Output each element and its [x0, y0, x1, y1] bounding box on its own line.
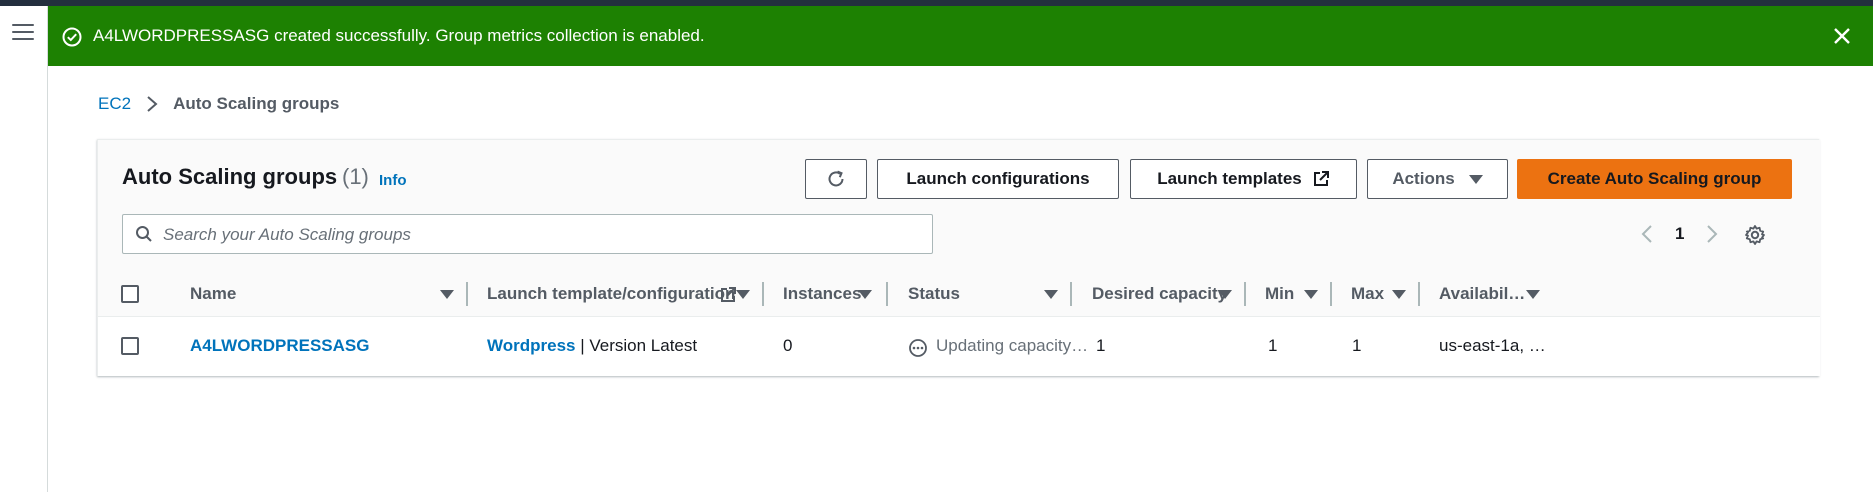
- external-link-icon: [1313, 171, 1329, 186]
- create-auto-scaling-group-button[interactable]: Create Auto Scaling group: [1517, 159, 1792, 199]
- side-navigation-rail: [0, 6, 48, 492]
- refresh-button[interactable]: [805, 159, 867, 199]
- column-header-status[interactable]: Status: [908, 284, 960, 304]
- external-link-icon: [721, 287, 736, 302]
- main-content: EC2 Auto Scaling groups Auto Scaling gro…: [48, 66, 1873, 492]
- search-input[interactable]: Search your Auto Scaling groups: [122, 214, 933, 254]
- flash-message: A4LWORDPRESSASG created successfully. Gr…: [93, 26, 705, 45]
- close-icon[interactable]: [1831, 25, 1853, 47]
- current-page-number[interactable]: 1: [1675, 224, 1684, 244]
- column-header-availability[interactable]: Availabil…: [1439, 284, 1525, 304]
- min-cell: 1: [1268, 336, 1278, 355]
- launch-configurations-button[interactable]: Launch configurations: [877, 159, 1119, 199]
- in-progress-icon: [909, 339, 927, 357]
- panel-title: Auto Scaling groups: [122, 164, 338, 189]
- sort-icon[interactable]: [1044, 290, 1058, 299]
- pagination: 1: [1639, 216, 1720, 252]
- column-header-min[interactable]: Min: [1265, 284, 1294, 304]
- status-cell: Updating capacity…: [936, 336, 1089, 355]
- table-row: A4LWORDPRESSASG Wordpress | Version Late…: [98, 317, 1820, 376]
- desired-capacity-cell: 1: [1096, 336, 1106, 355]
- column-header-desired-capacity[interactable]: Desired capacity: [1092, 284, 1227, 304]
- refresh-icon: [828, 170, 844, 187]
- column-header-name[interactable]: Name: [190, 284, 236, 304]
- column-divider[interactable]: [886, 282, 888, 306]
- launch-template-cell: Wordpress | Version Latest: [487, 336, 697, 356]
- success-check-icon: [62, 27, 82, 47]
- column-header-instances[interactable]: Instances: [783, 284, 861, 304]
- availability-cell: us-east-1a, …: [1439, 336, 1546, 355]
- sort-icon[interactable]: [440, 290, 454, 299]
- column-divider[interactable]: [762, 282, 764, 306]
- launch-template-version: | Version Latest: [575, 336, 698, 355]
- info-link[interactable]: Info: [379, 172, 407, 189]
- next-page-icon[interactable]: [1704, 223, 1720, 245]
- caret-down-icon: [1468, 174, 1483, 184]
- column-divider[interactable]: [1330, 282, 1332, 306]
- launch-templates-button[interactable]: Launch templates: [1130, 159, 1357, 199]
- column-divider[interactable]: [1418, 282, 1420, 306]
- column-divider[interactable]: [466, 282, 468, 306]
- breadcrumb: EC2 Auto Scaling groups: [98, 94, 339, 114]
- table-header: Name Launch template/configuration Insta…: [98, 270, 1820, 317]
- sort-icon[interactable]: [1526, 290, 1540, 299]
- instances-cell: 0: [783, 336, 793, 355]
- auto-scaling-groups-table-panel: Auto Scaling groups (1) Info Launch conf…: [97, 139, 1820, 376]
- max-cell: 1: [1352, 336, 1362, 355]
- search-icon: [136, 226, 152, 242]
- asg-name-link[interactable]: A4LWORDPRESSASG: [190, 336, 369, 355]
- launch-template-link[interactable]: Wordpress: [487, 336, 576, 355]
- breadcrumb-ec2-link[interactable]: EC2: [98, 94, 131, 114]
- sort-icon[interactable]: [1304, 290, 1318, 299]
- group-count: (1): [342, 164, 369, 189]
- success-flash-banner: A4LWORDPRESSASG created successfully. Gr…: [48, 6, 1873, 66]
- column-header-launch-template[interactable]: Launch template/configuration: [487, 284, 735, 304]
- actions-dropdown-button[interactable]: Actions: [1367, 159, 1508, 199]
- actions-label: Actions: [1392, 169, 1455, 188]
- launch-configurations-label: Launch configurations: [906, 169, 1090, 188]
- column-header-max[interactable]: Max: [1351, 284, 1384, 304]
- menu-icon[interactable]: [12, 24, 34, 42]
- column-divider[interactable]: [1070, 282, 1072, 306]
- select-all-checkbox[interactable]: [121, 285, 139, 303]
- sort-icon[interactable]: [736, 290, 750, 299]
- previous-page-icon[interactable]: [1639, 223, 1655, 245]
- panel-header: Auto Scaling groups (1) Info Launch conf…: [98, 140, 1820, 270]
- create-button-label: Create Auto Scaling group: [1547, 169, 1762, 188]
- name-cell: A4LWORDPRESSASG: [190, 336, 369, 356]
- column-divider[interactable]: [1244, 282, 1246, 306]
- sort-icon[interactable]: [1218, 290, 1232, 299]
- gear-icon[interactable]: [1744, 224, 1766, 246]
- search-placeholder: Search your Auto Scaling groups: [163, 225, 411, 244]
- sort-icon[interactable]: [858, 290, 872, 299]
- sort-icon[interactable]: [1392, 290, 1406, 299]
- launch-templates-label: Launch templates: [1157, 169, 1302, 188]
- breadcrumb-current: Auto Scaling groups: [173, 94, 340, 113]
- chevron-right-icon: [147, 96, 158, 112]
- row-checkbox[interactable]: [121, 337, 139, 355]
